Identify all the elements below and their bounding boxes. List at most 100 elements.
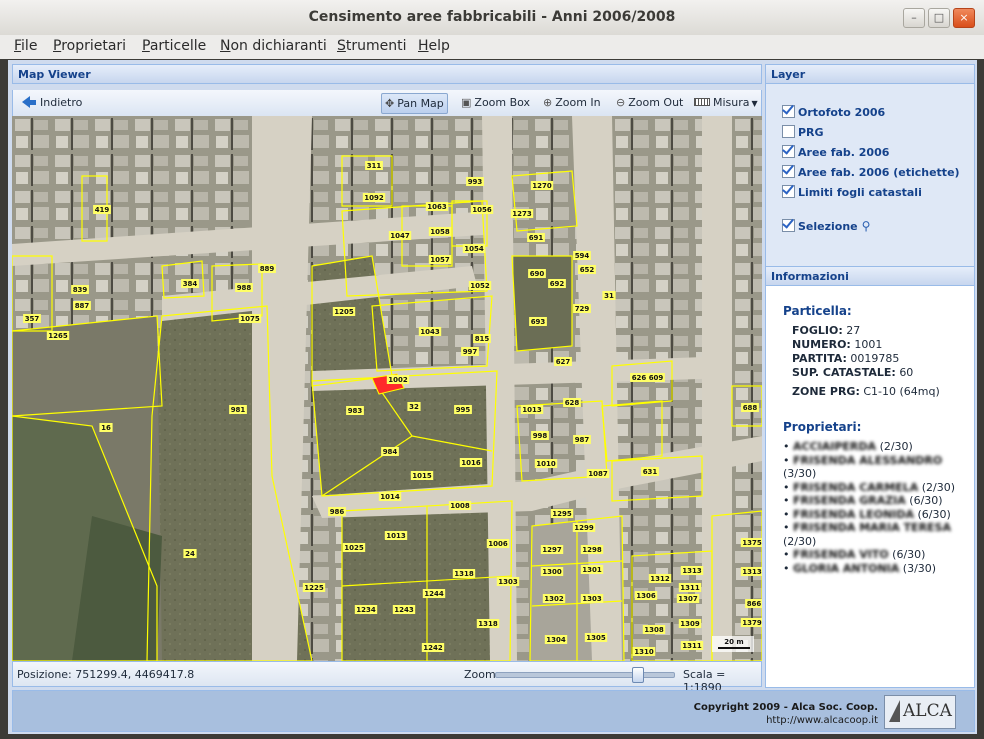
parcel-label: 690 <box>530 270 545 278</box>
parcel-label: 1379 <box>742 619 762 627</box>
parcel-label: 1058 <box>430 228 450 236</box>
layer-ortofoto[interactable]: Ortofoto 2006 <box>782 105 885 119</box>
parcel-label: 1025 <box>344 544 364 552</box>
zoom-box-button[interactable]: ▣ Zoom Box <box>458 93 533 112</box>
zoom-slider-thumb[interactable] <box>632 667 644 683</box>
parcel-label: 1205 <box>334 308 354 316</box>
zoom-out-icon: ⊖ <box>616 96 626 109</box>
parcel-label: 1008 <box>450 502 470 510</box>
parcel-label: 981 <box>231 406 246 414</box>
checkbox[interactable] <box>782 219 795 232</box>
parcel-label: 1303 <box>498 578 518 586</box>
parcel-label: 1014 <box>380 493 400 501</box>
zoom-slider-track[interactable] <box>495 667 675 683</box>
menu-non-dichiaranti[interactable]: Non dichiaranti <box>220 38 327 54</box>
parcel-label: 1013 <box>522 406 542 414</box>
owner-share: (6/30) <box>892 548 926 561</box>
map-viewer-title: Map Viewer <box>12 64 762 84</box>
parcel-label: 729 <box>575 305 590 313</box>
parcel-label: 1298 <box>582 546 602 554</box>
copyright-text: Copyright 2009 - Alca Soc. Coop. <box>693 702 878 713</box>
parcel-label: 1270 <box>532 182 552 190</box>
owner-share: (3/30) <box>902 561 937 575</box>
dropdown-arrow-icon: ▼ <box>751 99 758 108</box>
map-svg[interactable]: 311 1092 993 1063 1056 1270 1273 419 1047 1058 105… <box>12 116 762 661</box>
menu-file[interactable]: File <box>14 38 37 54</box>
footer-url[interactable]: http://www.alcacoop.it <box>694 714 878 727</box>
parcel-label: 1063 <box>427 203 447 211</box>
owners-list: • ACCIAIPERDA (2/30) • FRISENDA ALESSAND… <box>783 440 969 575</box>
parcel-label: 1092 <box>364 194 384 202</box>
menu-particelle[interactable]: Particelle <box>142 38 206 54</box>
window-titlebar: Censimento aree fabbricabili - Anni 2006… <box>0 0 984 36</box>
parcel-label: 1310 <box>634 648 654 656</box>
parcel-label: 24 <box>185 550 195 558</box>
parcel-label: 692 <box>550 280 565 288</box>
parcel-label: 1052 <box>470 282 490 290</box>
zoom-out-button[interactable]: ⊖ Zoom Out <box>613 93 686 112</box>
owner-item: • GLORIA ANTONIA (3/30) <box>783 561 937 575</box>
parcel-label: 311 <box>367 162 382 170</box>
owner-name: FRISENDA VITO <box>793 548 889 561</box>
back-label: Indietro <box>40 96 83 109</box>
position-readout: Posizione: 751299.4, 4469417.8 <box>17 668 195 681</box>
parcel-label: 866 <box>747 600 762 608</box>
parcel-label: 1305 <box>586 634 606 642</box>
parcel-label: 1057 <box>430 256 450 264</box>
layer-aree-fab[interactable]: Aree fab. 2006 <box>782 145 889 159</box>
layer-limiti-fogli[interactable]: Limiti fogli catastali <box>782 185 922 199</box>
parcel-label: 1306 <box>636 592 656 600</box>
search-icon[interactable]: ⚲ <box>862 219 871 233</box>
parcel-label: 1299 <box>574 524 594 532</box>
layer-selezione[interactable]: Selezione ⚲ <box>782 219 870 233</box>
measure-button[interactable]: Misura ▼ <box>691 93 761 112</box>
parcel-label: 1244 <box>424 590 444 598</box>
window-title: Censimento aree fabbricabili - Anni 2006… <box>308 9 676 25</box>
parcel-label: 986 <box>330 508 345 516</box>
parcel-label: 1304 <box>546 636 566 644</box>
layer-prg[interactable]: PRG <box>782 125 824 139</box>
parcel-label: 627 <box>556 358 571 366</box>
sup-catastale-label: SUP. CATASTALE: <box>792 366 896 379</box>
zoom-in-button[interactable]: ⊕ Zoom In <box>540 93 604 112</box>
parcel-label: 1297 <box>542 546 562 554</box>
parcel-label: 1308 <box>644 626 664 634</box>
owner-item: • FRISENDA VITO (6/30) <box>783 548 926 561</box>
map-canvas[interactable]: 311 1092 993 1063 1056 1270 1273 419 1047 1058 105… <box>12 116 762 661</box>
parcel-label: 984 <box>383 448 398 456</box>
parcel-label: 1311 <box>682 642 702 650</box>
checkbox[interactable] <box>782 125 795 138</box>
owner-item: • FRISENDA GRAZIA (6/30) <box>783 494 943 507</box>
parcel-label: 1087 <box>588 470 608 478</box>
pan-map-label: Pan Map <box>397 97 444 110</box>
checkbox[interactable] <box>782 145 795 158</box>
back-button[interactable]: Indietro <box>19 93 85 112</box>
parcel-label: 1318 <box>454 570 474 578</box>
parcel-label: 1312 <box>650 575 670 583</box>
parcel-label: 631 <box>643 468 658 476</box>
close-icon[interactable]: × <box>953 8 975 28</box>
maximize-icon[interactable]: □ <box>928 8 950 28</box>
checkbox[interactable] <box>782 105 795 118</box>
pan-map-button[interactable]: ✥ Pan Map <box>381 93 448 114</box>
parcel-label: 1013 <box>386 532 406 540</box>
owner-name: ACCIAIPERDA <box>793 440 877 453</box>
checkbox[interactable] <box>782 185 795 198</box>
parcel-label: 1375 <box>742 539 762 547</box>
menu-help[interactable]: Help <box>418 38 450 54</box>
parcel-label: 1311 <box>680 584 700 592</box>
owner-name: GLORIA ANTONIA <box>793 561 900 575</box>
checkbox[interactable] <box>782 165 795 178</box>
owner-name: FRISENDA GRAZIA <box>793 494 906 507</box>
footer-text: Copyright 2009 - Alca Soc. Coop. http://… <box>694 701 878 727</box>
parcel-label: 1302 <box>544 595 564 603</box>
minimize-icon[interactable]: – <box>903 8 925 28</box>
parcel-label: 987 <box>575 436 590 444</box>
layer-aree-fab-etichette[interactable]: Aree fab. 2006 (etichette) <box>782 165 960 179</box>
scale-bar-label: 20 m <box>724 638 743 646</box>
parcel-label: 1043 <box>420 328 440 336</box>
menu-strumenti[interactable]: Strumenti <box>337 38 407 54</box>
parcel-label: 1273 <box>512 210 532 218</box>
menu-proprietari[interactable]: Proprietari <box>53 38 126 54</box>
parcel-label: 1056 <box>472 206 492 214</box>
